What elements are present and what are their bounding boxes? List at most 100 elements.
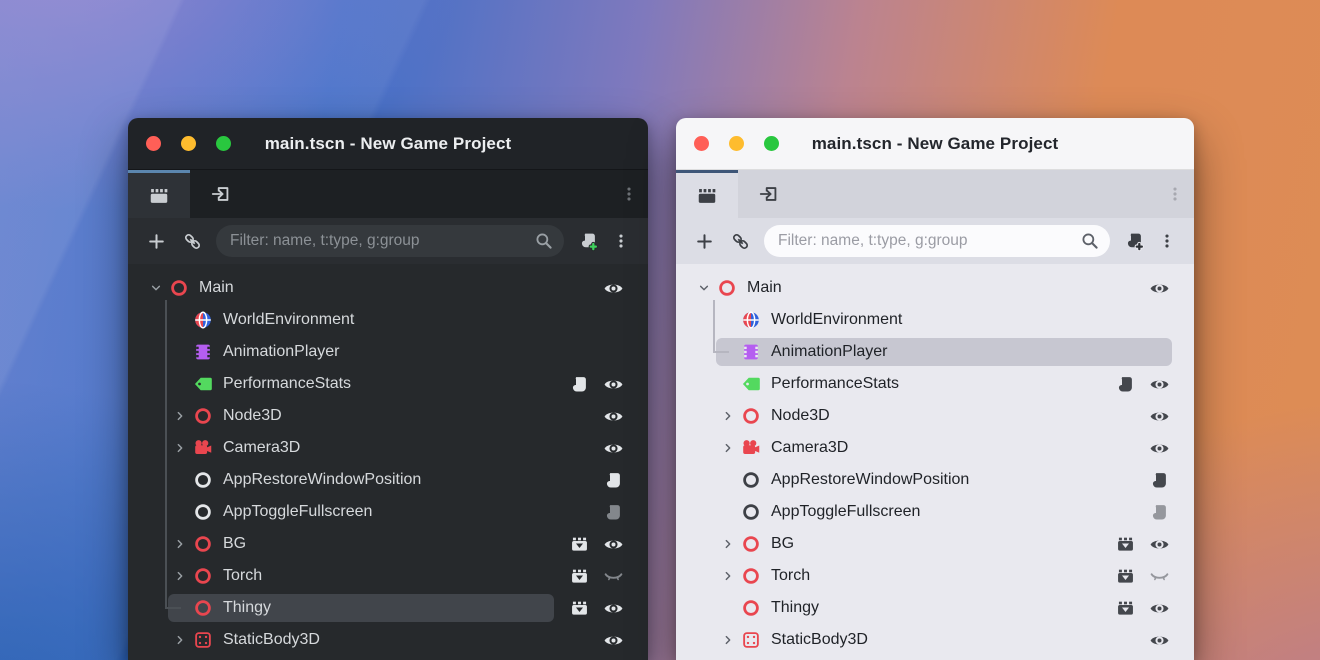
tree-row[interactable]: Thingy <box>128 592 648 624</box>
add-node-button[interactable] <box>692 229 716 253</box>
expand-chevron[interactable] <box>716 436 740 460</box>
tree-row[interactable]: AppToggleFullscreen <box>128 496 648 528</box>
window-titlebar[interactable]: main.tscn - New Game Project <box>676 118 1194 170</box>
node-icon <box>740 501 762 523</box>
minimize-button[interactable] <box>181 136 196 151</box>
attach-script-button[interactable] <box>1122 229 1146 253</box>
visibility-toggle-button[interactable] <box>600 435 626 461</box>
expand-chevron[interactable] <box>168 564 192 588</box>
tree-row[interactable]: BG <box>128 528 648 560</box>
chevron-right-icon <box>720 568 736 584</box>
node-label: WorldEnvironment <box>223 311 355 328</box>
attach-script-button[interactable] <box>576 229 600 253</box>
tree-row[interactable]: PerformanceStats <box>676 368 1194 400</box>
tree-row[interactable]: Main <box>676 272 1194 304</box>
open-scene-button[interactable] <box>566 531 592 557</box>
tree-row[interactable]: Torch <box>128 560 648 592</box>
open-scene-button[interactable] <box>566 563 592 589</box>
open-scene-button[interactable] <box>1112 595 1138 621</box>
visibility-toggle-button[interactable] <box>1146 275 1172 301</box>
script-button[interactable] <box>1112 371 1138 397</box>
expand-chevron[interactable] <box>716 564 740 588</box>
visibility-toggle-button[interactable] <box>1146 435 1172 461</box>
filter-input[interactable] <box>216 232 533 250</box>
script-button[interactable] <box>600 499 626 525</box>
dock-options-button[interactable] <box>620 170 638 218</box>
expand-chevron[interactable] <box>716 404 740 428</box>
tree-row[interactable]: Torch <box>676 560 1194 592</box>
tree-row[interactable]: Node3D <box>676 400 1194 432</box>
tree-row[interactable]: Main <box>128 272 648 304</box>
expand-chevron[interactable] <box>716 532 740 556</box>
tab-import[interactable] <box>738 170 800 218</box>
expand-chevron[interactable] <box>144 276 168 300</box>
visibility-toggle-button[interactable] <box>600 531 626 557</box>
tree-row[interactable]: AppRestoreWindowPosition <box>676 464 1194 496</box>
visibility-toggle-button[interactable] <box>1146 403 1172 429</box>
close-button[interactable] <box>146 136 161 151</box>
tree-row[interactable]: AnimationPlayer <box>676 336 1194 368</box>
window-titlebar[interactable]: main.tscn - New Game Project <box>128 118 648 170</box>
visibility-toggle-button[interactable] <box>600 371 626 397</box>
zoom-button[interactable] <box>764 136 779 151</box>
visibility-toggle-button[interactable] <box>1146 531 1172 557</box>
node3d-icon <box>192 405 214 427</box>
instantiate-scene-button[interactable] <box>180 229 204 253</box>
node-label: BG <box>771 535 795 552</box>
script-button[interactable] <box>600 467 626 493</box>
visibility-toggle-button[interactable] <box>600 563 626 589</box>
script-button[interactable] <box>1146 499 1172 525</box>
scene-tree-options-button[interactable] <box>1156 232 1178 250</box>
visibility-toggle-button[interactable] <box>600 595 626 621</box>
tree-row[interactable]: StaticBody3D <box>128 624 648 656</box>
node-label: Node3D <box>223 407 282 424</box>
visibility-toggle-button[interactable] <box>1146 627 1172 653</box>
tab-import[interactable] <box>190 170 252 218</box>
node-icon <box>192 501 214 523</box>
visibility-toggle-button[interactable] <box>600 627 626 653</box>
script-button[interactable] <box>566 371 592 397</box>
tree-row[interactable]: AnimationPlayer <box>128 336 648 368</box>
scene-tree-options-button[interactable] <box>610 232 632 250</box>
visibility-toggle-button[interactable] <box>600 275 626 301</box>
tree-row[interactable]: AppToggleFullscreen <box>676 496 1194 528</box>
close-button[interactable] <box>694 136 709 151</box>
dock-options-button[interactable] <box>1166 170 1184 218</box>
tree-row[interactable]: BG <box>676 528 1194 560</box>
tree-row[interactable]: Thingy <box>676 592 1194 624</box>
visibility-toggle-button[interactable] <box>1146 595 1172 621</box>
expand-chevron[interactable] <box>168 532 192 556</box>
node-label: StaticBody3D <box>223 631 320 648</box>
tree-row[interactable]: StaticBody3D <box>676 624 1194 656</box>
expand-chevron[interactable] <box>716 628 740 652</box>
open-scene-button[interactable] <box>1112 563 1138 589</box>
expand-chevron[interactable] <box>168 436 192 460</box>
instantiate-scene-button[interactable] <box>728 229 752 253</box>
script-button[interactable] <box>1146 467 1172 493</box>
zoom-button[interactable] <box>216 136 231 151</box>
scroll-icon <box>603 470 624 491</box>
open-scene-button[interactable] <box>566 595 592 621</box>
add-node-button[interactable] <box>144 229 168 253</box>
tree-row[interactable]: Camera3D <box>128 432 648 464</box>
tree-row[interactable]: Camera3D <box>676 432 1194 464</box>
expand-chevron <box>716 500 740 524</box>
node-label: Main <box>747 279 782 296</box>
visibility-toggle-button[interactable] <box>1146 563 1172 589</box>
expand-chevron[interactable] <box>168 404 192 428</box>
filter-input[interactable] <box>764 232 1079 250</box>
tab-scene[interactable] <box>676 170 738 218</box>
tree-row[interactable]: Node3D <box>128 400 648 432</box>
tab-scene[interactable] <box>128 170 190 218</box>
expand-chevron[interactable] <box>692 276 716 300</box>
tree-row[interactable]: PerformanceStats <box>128 368 648 400</box>
tree-row[interactable]: WorldEnvironment <box>676 304 1194 336</box>
tree-row[interactable]: WorldEnvironment <box>128 304 648 336</box>
visibility-toggle-button[interactable] <box>600 403 626 429</box>
visibility-toggle-button[interactable] <box>1146 371 1172 397</box>
anim-icon <box>192 341 214 363</box>
expand-chevron[interactable] <box>168 628 192 652</box>
open-scene-button[interactable] <box>1112 531 1138 557</box>
tree-row[interactable]: AppRestoreWindowPosition <box>128 464 648 496</box>
minimize-button[interactable] <box>729 136 744 151</box>
